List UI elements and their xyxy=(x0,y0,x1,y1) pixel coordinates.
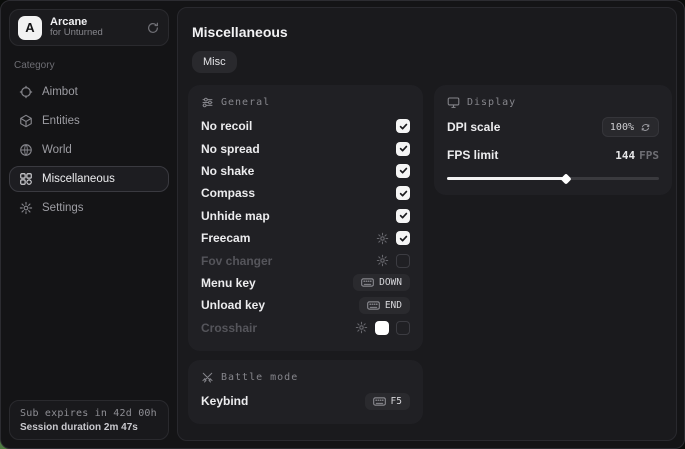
sidebar-item-label: Aimbot xyxy=(42,86,78,98)
setting-label: Compass xyxy=(201,186,396,200)
gear-icon[interactable] xyxy=(355,321,368,334)
gear-icon[interactable] xyxy=(376,254,389,267)
sidebar: A Arcane for Unturned Category Aimbot Ent… xyxy=(1,1,177,448)
fps-limit-slider[interactable] xyxy=(447,173,659,183)
keybind-value: DOWN xyxy=(379,277,402,288)
setting-row-menu-key: Menu key DOWN xyxy=(201,272,410,294)
dpi-scale-value: 100% xyxy=(610,122,634,133)
checkbox[interactable] xyxy=(396,231,410,245)
tab-misc[interactable]: Misc xyxy=(192,51,237,73)
keybind-button[interactable]: F5 xyxy=(365,393,410,410)
sliders-icon xyxy=(201,96,214,109)
grid-icon xyxy=(19,172,33,186)
setting-label: Unload key xyxy=(201,298,359,312)
category-label: Category xyxy=(14,60,169,71)
setting-row-compass: Compass xyxy=(201,182,410,204)
setting-label: No recoil xyxy=(201,119,396,133)
setting-label: Unhide map xyxy=(201,209,396,223)
keyboard-icon xyxy=(367,301,380,310)
setting-label: Fov changer xyxy=(201,254,376,268)
gear-icon[interactable] xyxy=(376,232,389,245)
fps-limit-row: FPS limit 144 FPS xyxy=(447,143,659,167)
app-window: A Arcane for Unturned Category Aimbot Ent… xyxy=(0,0,685,449)
setting-row-unload-key: Unload key END xyxy=(201,294,410,316)
general-card: General No recoil No spread No shake Compas… xyxy=(188,85,423,351)
setting-row-no-spread: No spread xyxy=(201,137,410,159)
sidebar-item-entities[interactable]: Entities xyxy=(9,108,169,134)
cube-icon xyxy=(19,114,33,128)
sidebar-item-settings[interactable]: Settings xyxy=(9,195,169,221)
refresh-icon[interactable] xyxy=(146,21,160,35)
brand-card[interactable]: A Arcane for Unturned xyxy=(9,9,169,46)
cycle-icon xyxy=(640,122,651,133)
checkbox[interactable] xyxy=(396,119,410,133)
page-title: Miscellaneous xyxy=(192,24,666,40)
sidebar-item-aimbot[interactable]: Aimbot xyxy=(9,79,169,105)
sub-expiry-text: Sub expires in 42d 00h xyxy=(20,408,158,419)
sidebar-item-label: World xyxy=(42,144,72,156)
keybind-value: F5 xyxy=(391,396,402,407)
battle-mode-section-title: Battle mode xyxy=(221,372,298,383)
dpi-scale-row: DPI scale 100% xyxy=(447,115,659,139)
fps-limit-label: FPS limit xyxy=(447,148,615,162)
color-swatch[interactable] xyxy=(375,321,389,335)
setting-label: No spread xyxy=(201,142,396,156)
display-card: Display DPI scale 100% FPS limit 144 FPS xyxy=(434,85,672,195)
sidebar-item-label: Entities xyxy=(42,115,80,127)
sidebar-item-world[interactable]: World xyxy=(9,137,169,163)
sidebar-item-label: Settings xyxy=(42,202,84,214)
setting-row-fov-changer: Fov changer xyxy=(201,249,410,271)
slider-thumb[interactable] xyxy=(560,173,571,184)
main-panel: Miscellaneous Misc General No recoil No s… xyxy=(177,7,677,441)
session-duration-text: Session duration 2m 47s xyxy=(20,422,158,433)
swords-icon xyxy=(201,371,214,384)
keybind-button[interactable]: END xyxy=(359,297,410,314)
app-logo: A xyxy=(18,16,42,40)
setting-label: No shake xyxy=(201,164,396,178)
sidebar-item-label: Miscellaneous xyxy=(42,173,115,185)
setting-row-freecam: Freecam xyxy=(201,227,410,249)
keyboard-icon xyxy=(373,397,386,406)
tab-bar: Misc xyxy=(192,51,666,73)
checkbox[interactable] xyxy=(396,254,410,268)
crosshair-icon xyxy=(19,85,33,99)
setting-row-no-shake: No shake xyxy=(201,160,410,182)
app-subtitle: for Unturned xyxy=(50,28,138,39)
globe-icon xyxy=(19,143,33,157)
setting-label: Crosshair xyxy=(201,321,355,335)
setting-label: Keybind xyxy=(201,394,365,408)
keybind-button[interactable]: DOWN xyxy=(353,274,410,291)
keybind-value: END xyxy=(385,300,402,311)
checkbox[interactable] xyxy=(396,209,410,223)
setting-row-no-recoil: No recoil xyxy=(201,115,410,137)
fps-limit-value: 144 xyxy=(615,149,635,162)
subscription-card: Sub expires in 42d 00h Session duration … xyxy=(9,400,169,440)
display-section-title: Display xyxy=(467,97,516,108)
gear-icon xyxy=(19,201,33,215)
checkbox[interactable] xyxy=(396,142,410,156)
checkbox[interactable] xyxy=(396,164,410,178)
setting-row-unhide-map: Unhide map xyxy=(201,205,410,227)
keyboard-icon xyxy=(361,278,374,287)
checkbox[interactable] xyxy=(396,321,410,335)
setting-row-crosshair: Crosshair xyxy=(201,317,410,339)
fps-limit-unit: FPS xyxy=(639,149,659,162)
setting-row-keybind: Keybind F5 xyxy=(201,390,410,412)
sidebar-nav: Aimbot Entities World Miscellaneous Settings xyxy=(9,79,169,221)
setting-label: Menu key xyxy=(201,276,353,290)
sidebar-item-miscellaneous[interactable]: Miscellaneous xyxy=(9,166,169,192)
setting-label: Freecam xyxy=(201,231,376,245)
dpi-scale-select[interactable]: 100% xyxy=(602,117,659,137)
checkbox[interactable] xyxy=(396,186,410,200)
general-section-title: General xyxy=(221,97,270,108)
dpi-scale-label: DPI scale xyxy=(447,120,602,134)
battle-mode-card: Battle mode Keybind F5 xyxy=(188,360,423,424)
monitor-icon xyxy=(447,96,460,109)
